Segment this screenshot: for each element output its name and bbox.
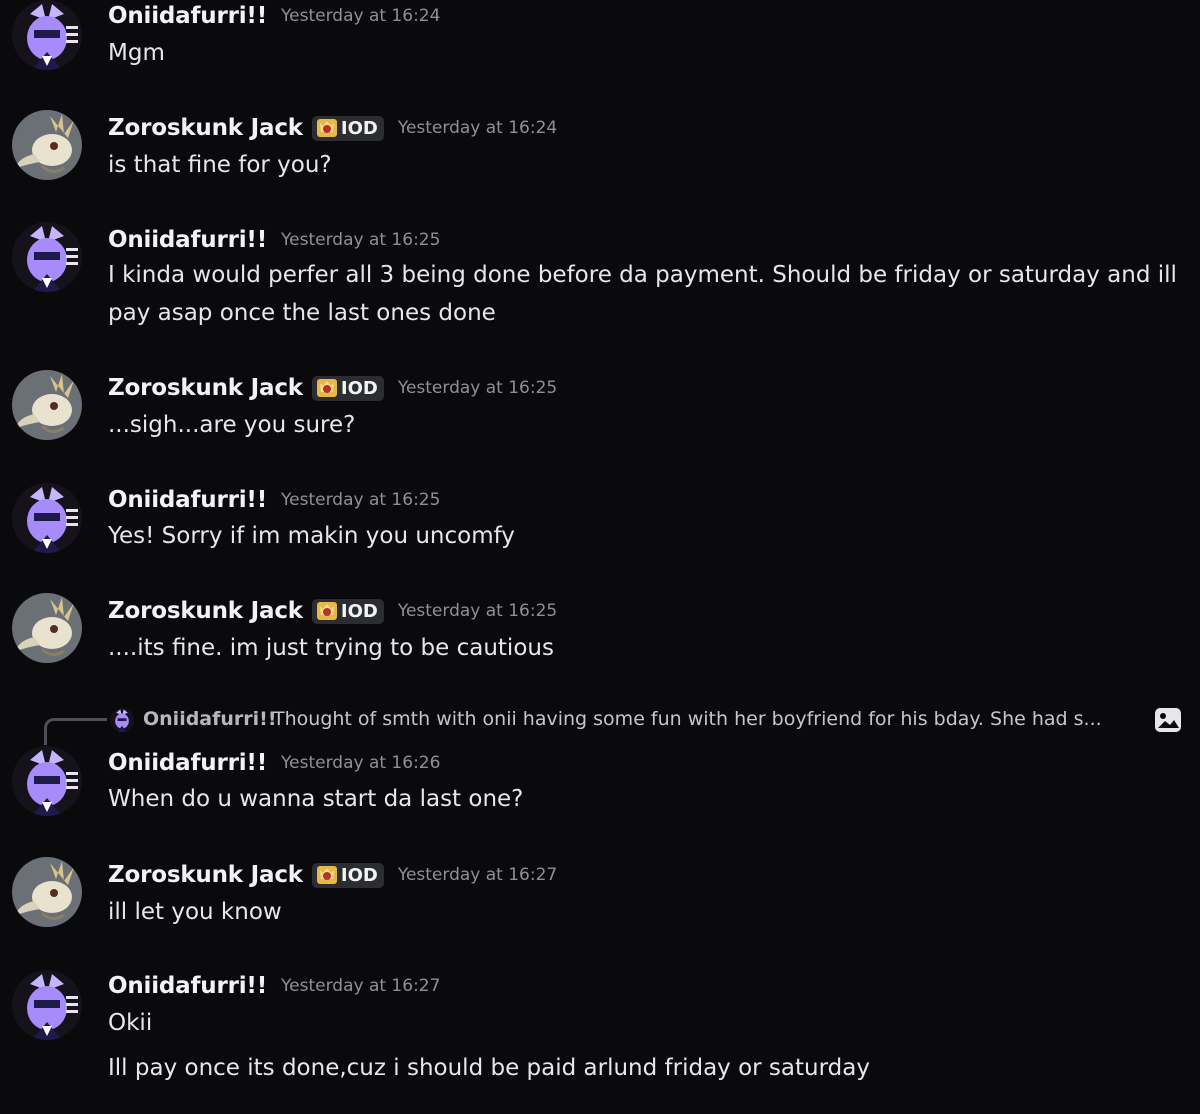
message-text: ...sigh...are you sure?: [108, 412, 356, 438]
timestamp[interactable]: Yesterday at 16:25: [398, 601, 557, 621]
purple-character-avatar-icon: [110, 708, 134, 732]
avatar-onii[interactable]: [12, 970, 82, 1040]
reply-avatar[interactable]: [110, 708, 134, 732]
role-tag[interactable]: IOD: [311, 598, 384, 624]
timestamp[interactable]: Yesterday at 16:26: [281, 753, 440, 773]
username[interactable]: Zoroskunk Jack: [108, 115, 303, 141]
role-tag[interactable]: IOD: [311, 862, 384, 888]
role-tag-label: IOD: [340, 864, 378, 886]
username[interactable]: Oniidafurri!!: [108, 487, 267, 513]
reply-author[interactable]: Oniidafurri!!: [143, 708, 277, 730]
avatar-onii[interactable]: [12, 483, 82, 553]
timestamp[interactable]: Yesterday at 16:24: [398, 118, 557, 138]
purple-character-avatar-icon: [12, 222, 82, 292]
timestamp[interactable]: Yesterday at 16:24: [281, 6, 440, 26]
username[interactable]: Oniidafurri!!: [108, 750, 267, 776]
timestamp[interactable]: Yesterday at 16:25: [281, 490, 440, 510]
username[interactable]: Oniidafurri!!: [108, 3, 267, 29]
bird-skull-avatar-icon: [12, 857, 82, 927]
username[interactable]: Oniidafurri!!: [108, 973, 267, 999]
avatar-zoro[interactable]: [12, 593, 82, 663]
crown-shield-icon: [316, 119, 337, 137]
bird-skull-avatar-icon: [12, 110, 82, 180]
username[interactable]: Zoroskunk Jack: [108, 862, 303, 888]
avatar-onii[interactable]: [12, 746, 82, 816]
timestamp[interactable]: Yesterday at 16:27: [398, 865, 557, 885]
purple-character-avatar-icon: [12, 483, 82, 553]
avatar-zoro[interactable]: [12, 370, 82, 440]
message-text: When do u wanna start da last one?: [108, 786, 524, 812]
crown-shield-icon: [316, 602, 337, 620]
bird-skull-avatar-icon: [12, 370, 82, 440]
message-text: I kinda would perfer all 3 being done be…: [108, 262, 1177, 326]
avatar-zoro[interactable]: [12, 110, 82, 180]
purple-character-avatar-icon: [12, 0, 82, 70]
message-text: Ill pay once its done,cuz i should be pa…: [108, 1055, 870, 1081]
avatar-zoro[interactable]: [12, 857, 82, 927]
crown-shield-icon: [316, 866, 337, 884]
reply-preview[interactable]: Oniidafurri!! Thought of smth with onii …: [0, 702, 1200, 745]
role-tag[interactable]: IOD: [311, 115, 384, 141]
reply-spine: [44, 718, 107, 745]
username[interactable]: Zoroskunk Jack: [108, 598, 303, 624]
reply-text[interactable]: Thought of smth with onii having some fu…: [273, 708, 1143, 730]
role-tag-label: IOD: [340, 600, 378, 622]
timestamp[interactable]: Yesterday at 16:25: [281, 230, 440, 250]
username[interactable]: Zoroskunk Jack: [108, 375, 303, 401]
avatar-onii[interactable]: [12, 222, 82, 292]
message-text: Yes! Sorry if im makin you uncomfy: [108, 523, 515, 549]
purple-character-avatar-icon: [12, 746, 82, 816]
message-text: ....its fine. im just trying to be cauti…: [108, 635, 554, 661]
image-icon[interactable]: [1153, 705, 1183, 735]
role-tag-label: IOD: [340, 377, 378, 399]
timestamp[interactable]: Yesterday at 16:27: [281, 976, 440, 996]
role-tag-label: IOD: [340, 117, 378, 139]
message-text: Okii: [108, 1010, 153, 1036]
role-tag[interactable]: IOD: [311, 375, 384, 401]
avatar-onii[interactable]: [12, 0, 82, 70]
timestamp[interactable]: Yesterday at 16:25: [398, 378, 557, 398]
message-text: Mgm: [108, 40, 165, 66]
bird-skull-avatar-icon: [12, 593, 82, 663]
crown-shield-icon: [316, 379, 337, 397]
message-text: is that fine for you?: [108, 152, 332, 178]
username[interactable]: Oniidafurri!!: [108, 227, 267, 253]
purple-character-avatar-icon: [12, 970, 82, 1040]
message-text: ill let you know: [108, 899, 282, 925]
